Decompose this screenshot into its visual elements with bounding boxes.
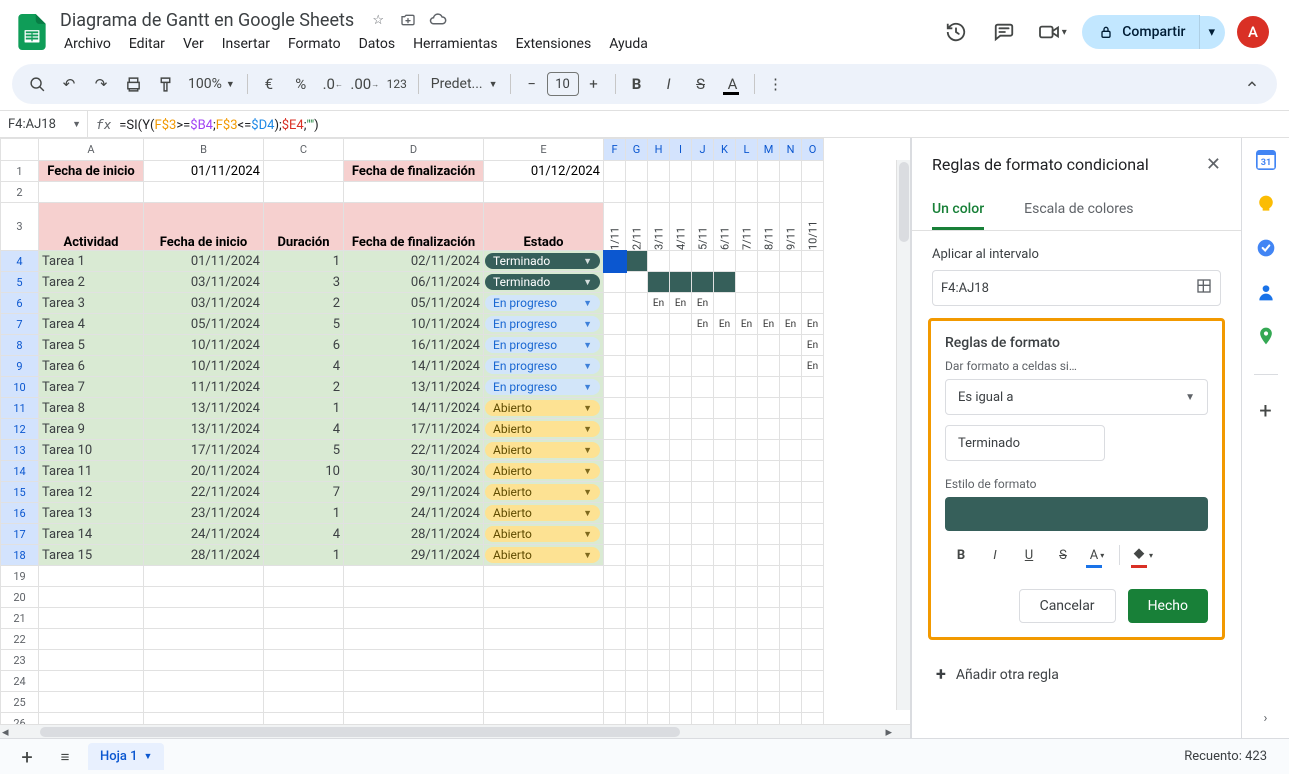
style-label: Estilo de formato: [945, 477, 1208, 491]
tasks-icon[interactable]: [1256, 238, 1276, 262]
currency-euro-icon[interactable]: €: [254, 70, 284, 98]
italic-icon[interactable]: I: [654, 70, 684, 98]
more-toolbar-icon[interactable]: ⋮: [761, 70, 791, 98]
more-formats-icon[interactable]: 123: [382, 70, 412, 98]
format-if-label: Dar formato a celdas si…: [945, 359, 1208, 373]
tab-color-scale[interactable]: Escala de colores: [1024, 191, 1133, 230]
calendar-icon[interactable]: 31: [1256, 150, 1276, 174]
text-color-icon[interactable]: A: [718, 70, 748, 98]
star-icon[interactable]: ☆: [368, 10, 388, 30]
menu-formato[interactable]: Formato: [280, 32, 349, 56]
svg-text:31: 31: [1260, 158, 1271, 168]
menu-bar: Archivo Editar Ver Insertar Formato Dato…: [56, 32, 938, 56]
apply-range-label: Aplicar al intervalo: [932, 247, 1221, 262]
panel-title: Reglas de formato condicional: [932, 155, 1149, 174]
keep-icon[interactable]: [1256, 194, 1276, 218]
condition-value-input[interactable]: Terminado: [945, 425, 1105, 461]
document-title[interactable]: Diagrama de Gantt en Google Sheets: [56, 8, 358, 33]
format-rules-title: Reglas de formato: [945, 335, 1208, 351]
all-sheets-icon[interactable]: ≡: [50, 743, 80, 771]
menu-datos[interactable]: Datos: [351, 32, 403, 56]
sheet-tab[interactable]: Hoja 1▼: [88, 743, 164, 770]
cancel-button[interactable]: Cancelar: [1019, 589, 1116, 623]
share-label: Compartir: [1122, 24, 1185, 40]
close-icon[interactable]: ✕: [1206, 154, 1221, 175]
format-bold-icon[interactable]: B: [945, 539, 977, 571]
history-icon[interactable]: [938, 14, 974, 50]
cloud-status-icon[interactable]: [428, 10, 448, 30]
format-fill-color-icon[interactable]: ▾: [1126, 539, 1158, 571]
spreadsheet-grid[interactable]: ABCDEFGHIJKLMNO1Fecha de inicio01/11/202…: [0, 138, 824, 724]
comments-icon[interactable]: [986, 14, 1022, 50]
add-rule-button[interactable]: + Añadir otra regla: [932, 652, 1221, 697]
side-rail: 31 + ›: [1241, 138, 1289, 738]
selection-count[interactable]: Recuento: 423: [1174, 745, 1277, 768]
share-dropdown[interactable]: ▾: [1200, 16, 1225, 49]
done-button[interactable]: Hecho: [1128, 589, 1208, 623]
font-size-input[interactable]: 10: [547, 72, 579, 96]
font-size-decrease[interactable]: −: [517, 70, 547, 98]
sheets-logo[interactable]: [12, 12, 52, 52]
tab-single-color[interactable]: Un color: [932, 191, 984, 230]
meet-icon[interactable]: ▾: [1034, 14, 1070, 50]
format-text-color-icon[interactable]: A▾: [1081, 539, 1113, 571]
grid-select-icon[interactable]: [1196, 278, 1212, 298]
share-button[interactable]: Compartir: [1082, 15, 1200, 49]
print-icon[interactable]: [118, 70, 148, 98]
decrease-decimal-icon[interactable]: .0←: [318, 70, 348, 98]
contacts-icon[interactable]: [1256, 282, 1276, 306]
fx-icon: fx: [96, 115, 111, 133]
menu-herramientas[interactable]: Herramientas: [405, 32, 506, 56]
account-avatar[interactable]: A: [1237, 16, 1269, 48]
format-preview[interactable]: [945, 497, 1208, 531]
maps-icon[interactable]: [1256, 326, 1276, 350]
search-icon[interactable]: [22, 70, 52, 98]
hide-rail-icon[interactable]: ›: [1264, 711, 1268, 726]
paint-format-icon[interactable]: [150, 70, 180, 98]
menu-ver[interactable]: Ver: [175, 32, 212, 56]
format-italic-icon[interactable]: I: [979, 539, 1011, 571]
name-box[interactable]: F4:AJ18▼: [8, 111, 88, 137]
horizontal-scrollbar[interactable]: ◂▸: [0, 724, 910, 738]
menu-extensiones[interactable]: Extensiones: [508, 32, 600, 56]
move-icon[interactable]: [398, 10, 418, 30]
redo-icon[interactable]: ↷: [86, 70, 116, 98]
percent-icon[interactable]: %: [286, 70, 316, 98]
conditional-format-panel: Reglas de formato condicional ✕ Un color…: [911, 138, 1241, 738]
strikethrough-icon[interactable]: S: [686, 70, 716, 98]
add-ons-icon[interactable]: +: [1259, 399, 1271, 424]
menu-editar[interactable]: Editar: [121, 32, 173, 56]
collapse-toolbar-icon[interactable]: [1237, 70, 1267, 98]
format-underline-icon[interactable]: U: [1013, 539, 1045, 571]
menu-ayuda[interactable]: Ayuda: [601, 32, 656, 56]
menu-archivo[interactable]: Archivo: [56, 32, 119, 56]
bold-icon[interactable]: B: [622, 70, 652, 98]
font-family-select[interactable]: Predet... ▼: [425, 76, 504, 92]
menu-insertar[interactable]: Insertar: [214, 32, 278, 56]
zoom-select[interactable]: 100% ▼: [182, 76, 241, 92]
add-sheet-icon[interactable]: +: [12, 743, 42, 771]
toolbar: ↶ ↷ 100% ▼ € % .0← .00→ 123 Predet... ▼ …: [12, 64, 1277, 104]
condition-select[interactable]: Es igual a▼: [945, 379, 1208, 415]
format-strike-icon[interactable]: S: [1047, 539, 1079, 571]
range-input[interactable]: F4:AJ18: [932, 270, 1221, 306]
increase-decimal-icon[interactable]: .00→: [350, 70, 380, 98]
undo-icon[interactable]: ↶: [54, 70, 84, 98]
formula-input[interactable]: =SI(Y(F$3>=$B4;F$3<=$D4);$E4;""): [119, 115, 318, 133]
font-size-increase[interactable]: +: [579, 70, 609, 98]
vertical-scrollbar[interactable]: [896, 160, 910, 710]
